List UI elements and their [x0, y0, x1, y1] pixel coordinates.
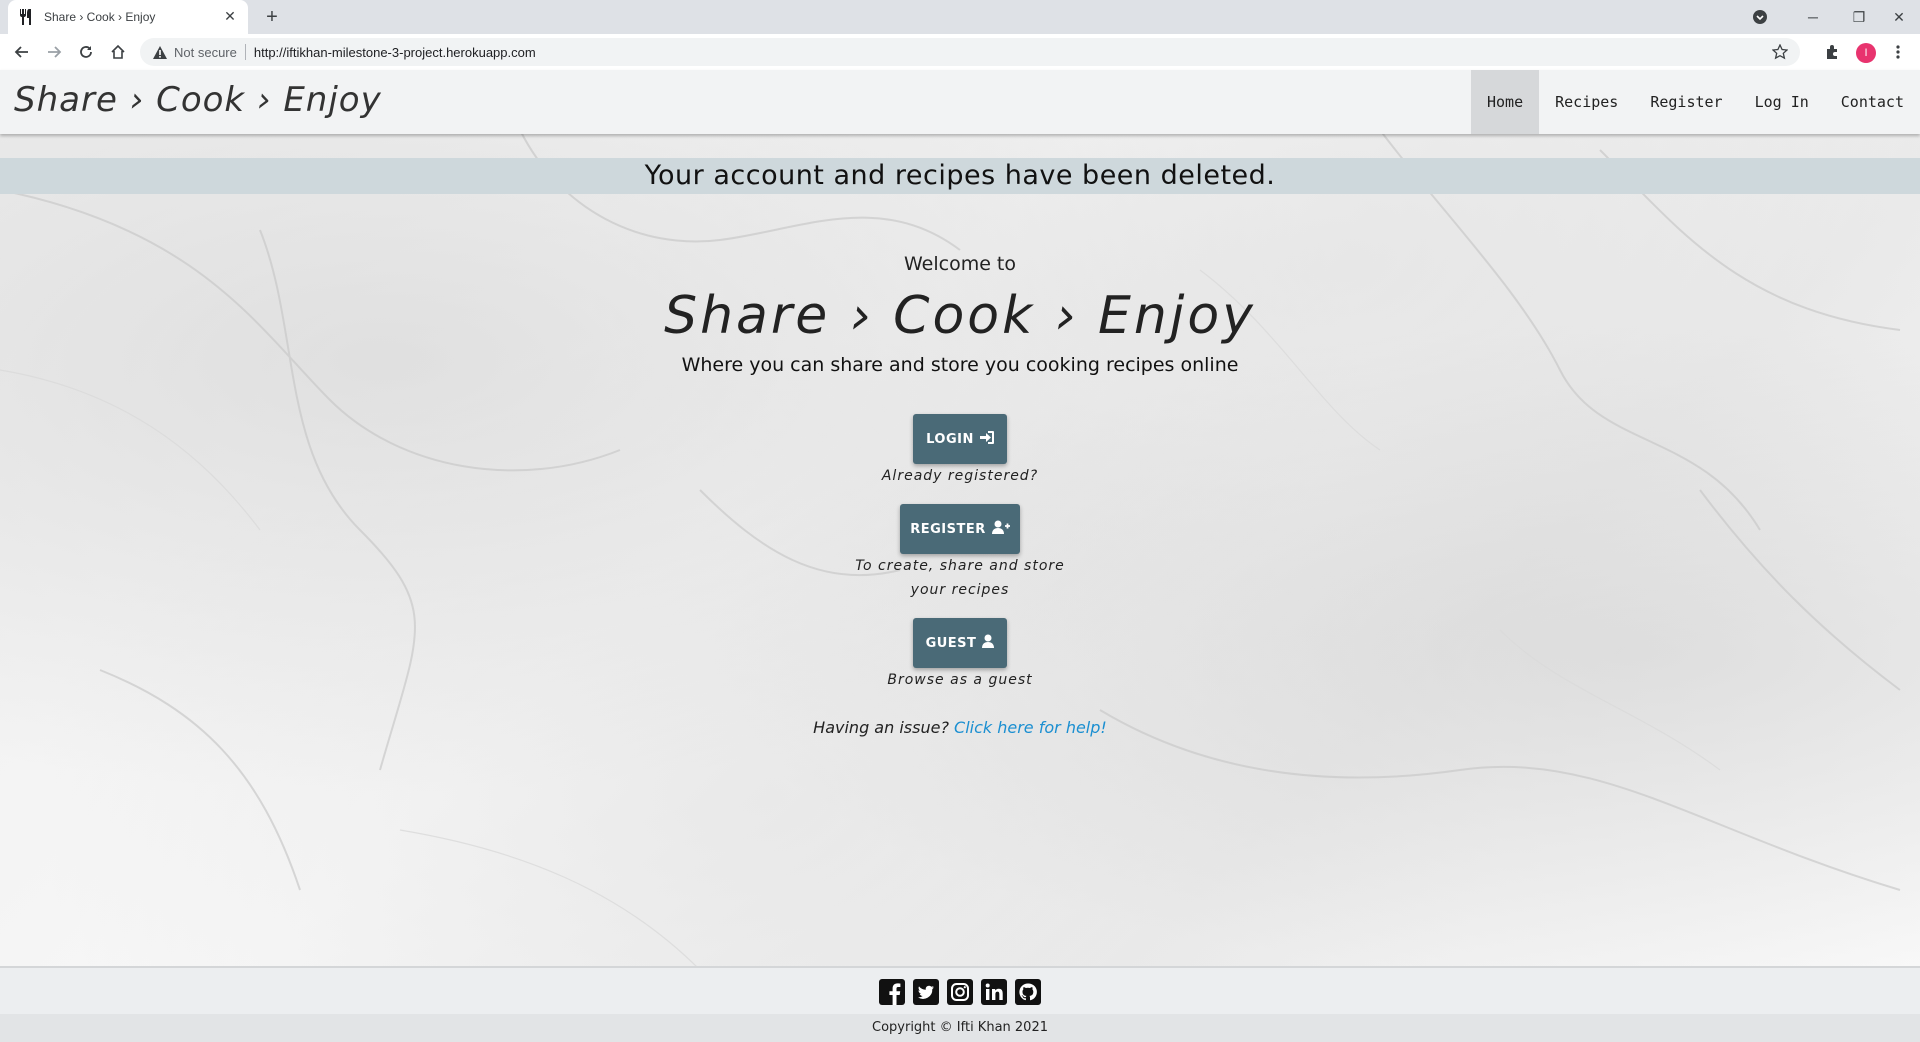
navbar-brand[interactable]: Share › Cook › Enjoy [14, 80, 382, 120]
facebook-icon[interactable] [878, 978, 906, 1006]
copyright-text: Copyright © Ifti Khan 2021 [0, 1014, 1920, 1042]
sign-in-icon [979, 430, 994, 448]
minimize-icon[interactable]: ─ [1790, 0, 1836, 34]
help-link[interactable]: Click here for help! [954, 718, 1107, 737]
login-note: Already registered? [881, 468, 1039, 484]
nav-item-home[interactable]: Home [1471, 70, 1540, 134]
flash-message: Your account and recipes have been delet… [0, 158, 1920, 194]
user-plus-icon [991, 520, 1010, 538]
help-line: Having an issue? Click here for help! [0, 718, 1920, 737]
site-navbar: Share › Cook › Enjoy Home Recipes Regist… [0, 70, 1920, 134]
guest-note: Browse as a guest [887, 672, 1033, 688]
instagram-icon[interactable] [946, 978, 974, 1006]
home-icon[interactable] [106, 40, 130, 64]
register-note-line1: To create, share and store [855, 558, 1065, 574]
browser-tab[interactable]: Share › Cook › Enjoy ✕ [8, 0, 248, 34]
register-button-label: REGISTER [910, 521, 986, 537]
site-footer: Copyright © Ifti Khan 2021 [0, 966, 1920, 1042]
github-icon[interactable] [1014, 978, 1042, 1006]
guest-button[interactable]: GUEST [913, 618, 1007, 668]
reload-icon[interactable] [74, 40, 98, 64]
address-bar[interactable]: Not secure http://iftikhan-milestone-3-p… [140, 38, 1800, 66]
browser-menu-icon[interactable] [1886, 40, 1910, 64]
nav-item-recipes[interactable]: Recipes [1539, 70, 1634, 134]
login-button[interactable]: LOGIN [913, 414, 1007, 464]
tab-close-icon[interactable]: ✕ [222, 9, 238, 25]
help-prefix: Having an issue? [813, 718, 949, 737]
user-icon [982, 634, 995, 652]
new-tab-icon[interactable]: + [260, 6, 284, 28]
browser-toolbar: Not secure http://iftikhan-milestone-3-p… [0, 34, 1920, 71]
extensions-icon[interactable] [1820, 40, 1844, 64]
omnibox-divider [244, 44, 246, 60]
twitter-icon[interactable] [912, 978, 940, 1006]
login-button-label: LOGIN [926, 431, 974, 447]
hero-section: Welcome to Share › Cook › Enjoy Where yo… [0, 250, 1920, 737]
nav-item-register[interactable]: Register [1634, 70, 1738, 134]
tab-search-icon[interactable] [1748, 0, 1772, 34]
register-note-line2: your recipes [910, 582, 1010, 598]
linkedin-icon[interactable] [980, 978, 1008, 1006]
register-button[interactable]: REGISTER [900, 504, 1020, 554]
tab-title: Share › Cook › Enjoy [44, 10, 156, 24]
bookmark-star-icon[interactable] [1771, 43, 1789, 60]
hero-tagline: Where you can share and store you cookin… [681, 354, 1239, 376]
guest-button-label: GUEST [925, 635, 977, 651]
profile-avatar[interactable]: I [1856, 43, 1876, 63]
social-links [0, 978, 1920, 1006]
close-window-icon[interactable]: ✕ [1878, 0, 1920, 34]
welcome-text: Welcome to [903, 253, 1017, 275]
nav-item-contact[interactable]: Contact [1825, 70, 1920, 134]
back-icon[interactable] [10, 40, 34, 64]
nav-menu: Home Recipes Register Log In Contact [1471, 70, 1920, 134]
browser-tabstrip: Share › Cook › Enjoy ✕ + ─ ❐ ✕ [0, 0, 1920, 34]
url-text[interactable]: http://iftikhan-milestone-3-project.hero… [254, 45, 536, 60]
forward-icon[interactable] [42, 40, 66, 64]
page-viewport: Share › Cook › Enjoy Home Recipes Regist… [0, 70, 1920, 1042]
hero-brand: Share › Cook › Enjoy [664, 286, 1256, 346]
nav-item-login[interactable]: Log In [1739, 70, 1825, 134]
utensils-icon [18, 9, 34, 25]
restore-icon[interactable]: ❐ [1836, 0, 1882, 34]
warning-icon[interactable] [152, 44, 168, 60]
security-label: Not secure [174, 44, 237, 60]
